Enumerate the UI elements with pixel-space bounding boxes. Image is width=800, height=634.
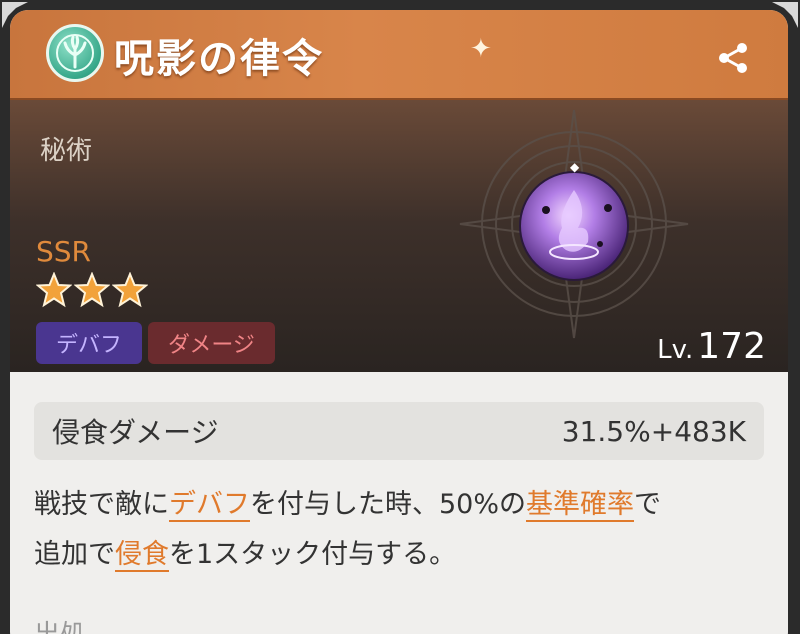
purple-flame-orb-icon [519, 171, 629, 281]
stat-value: 31.5%+483K [561, 414, 746, 448]
desc-text: で [634, 489, 662, 520]
keyword-link-erosion[interactable]: 侵食 [115, 539, 169, 572]
share-icon [719, 43, 747, 73]
stat-label: 侵食ダメージ [52, 416, 219, 449]
keyword-link-debuff[interactable]: デバフ [169, 489, 250, 522]
desc-text: を1スタック付与する。 [169, 539, 457, 570]
level-prefix: Lv. [657, 335, 694, 365]
corner-ornament-icon [2, 2, 28, 28]
share-button[interactable] [714, 38, 754, 78]
keyword-link-base-chance[interactable]: 基準確率 [526, 489, 635, 522]
sparkle-icon: ✦ [470, 34, 492, 64]
skill-category: 秘術 [40, 136, 93, 166]
corner-ornament-icon [772, 2, 798, 28]
tag-list: デバフ ダメージ [36, 322, 275, 364]
page-title: 呪影の律令 [114, 36, 324, 82]
desc-text: 戦技で敵に [34, 489, 169, 520]
skill-description: 戦技で敵にデバフを付与した時、50%の基準確率で 追加で侵食を1スタック付与する… [34, 480, 774, 580]
star-icon [36, 272, 72, 308]
skill-card: ✦ 呪影の律令 ◆ 秘術 SSR デバフ ダメージ Lv. 172 侵食ダメージ… [10, 10, 788, 634]
level-display: Lv. 172 [657, 326, 766, 367]
title-bar: ✦ 呪影の律令 [10, 10, 788, 100]
rarity-label: SSR [36, 235, 92, 268]
desc-text: を付与した時、50%の [250, 489, 527, 520]
stat-row: 侵食ダメージ 31.5%+483K [34, 402, 764, 460]
tag-debuff[interactable]: デバフ [36, 322, 143, 364]
star-icon [74, 272, 110, 308]
hero-panel: ◆ 秘術 SSR デバフ ダメージ Lv. 172 [10, 100, 788, 372]
source-label: 出処 [34, 614, 86, 634]
sparkle-icon: ◆ [570, 160, 580, 174]
star-icon [112, 272, 148, 308]
desc-text: 追加で [34, 539, 115, 570]
level-value: 172 [697, 326, 766, 367]
tag-damage[interactable]: ダメージ [148, 322, 275, 364]
tree-emblem-icon [46, 24, 104, 82]
star-rating [36, 272, 148, 308]
